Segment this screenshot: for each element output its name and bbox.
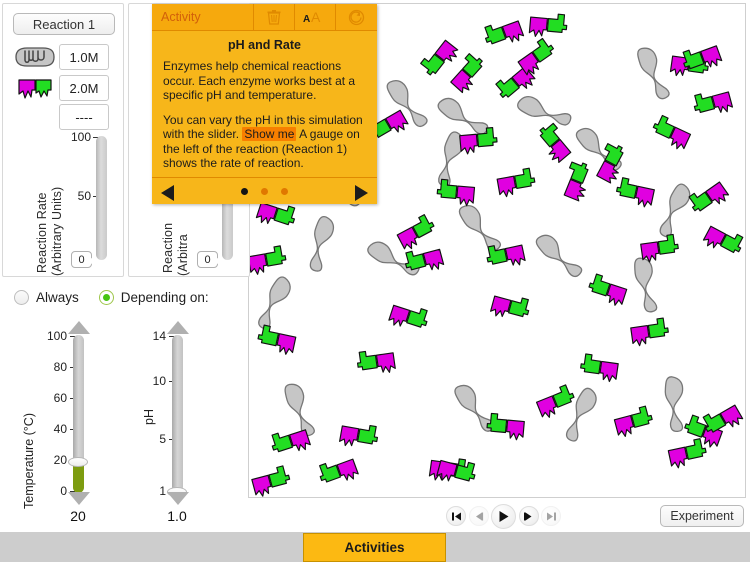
temperature-min-arrow bbox=[68, 492, 90, 505]
reaction-1-rate-gauge: Reaction Rate (Arbitrary Units) 100 50 0 bbox=[3, 130, 125, 278]
activity-dot-2[interactable] bbox=[261, 187, 268, 195]
temperature-tick-100: 100 bbox=[46, 329, 67, 343]
temperature-tick-60: 60 bbox=[53, 391, 67, 405]
text-size-icon[interactable]: A A bbox=[295, 4, 336, 30]
radio-always-label: Always bbox=[36, 290, 79, 305]
radio-depending-on[interactable] bbox=[98, 290, 114, 305]
reaction-1-substrate-concentration[interactable]: 2.0M bbox=[59, 75, 109, 101]
temperature-tick-20: 20 bbox=[53, 453, 67, 467]
svg-text:A: A bbox=[303, 14, 310, 24]
gauge-1-tick-100: 100 bbox=[70, 130, 91, 144]
activity-prev-button[interactable] bbox=[161, 185, 174, 201]
substrate-shape-icon bbox=[11, 75, 59, 101]
trash-icon[interactable] bbox=[254, 4, 295, 30]
ph-tick-1: 1 bbox=[159, 484, 166, 498]
temperature-slider: Temperature (°C) 100 80 60 40 20 0 20 bbox=[0, 315, 125, 530]
reaction-1-product-concentration[interactable]: ---- bbox=[59, 104, 109, 130]
ph-slider-label: pH bbox=[142, 409, 156, 425]
reaction-1-enzyme-concentration[interactable]: 1.0M bbox=[59, 44, 109, 70]
gauge-1-tick-50: 50 bbox=[77, 189, 91, 203]
app-root: Experiment Reaction 1 1.0M 2.0M ---- Rea… bbox=[0, 0, 750, 562]
enzyme-activity-mode-radios: Always Depending on: bbox=[14, 290, 209, 305]
ph-slider: pH 14 10 5 1 1.0 bbox=[118, 315, 243, 530]
ph-tick-5: 5 bbox=[159, 432, 166, 446]
ph-slider-track[interactable] bbox=[172, 335, 183, 492]
skip-to-end-button[interactable] bbox=[541, 506, 561, 526]
svg-text:A: A bbox=[311, 10, 321, 24]
restore-icon[interactable] bbox=[336, 4, 377, 30]
reaction-1-product-row: ---- bbox=[59, 104, 109, 130]
radio-always[interactable] bbox=[14, 290, 29, 305]
ph-max-arrow bbox=[167, 321, 189, 334]
activity-dot-3[interactable] bbox=[281, 187, 288, 195]
ph-tick-14: 14 bbox=[152, 329, 166, 343]
ph-tick-10: 10 bbox=[152, 374, 166, 388]
play-button[interactable] bbox=[491, 503, 516, 529]
temperature-max-arrow bbox=[68, 321, 90, 334]
temperature-slider-handle[interactable] bbox=[68, 457, 88, 467]
skip-to-start-button[interactable] bbox=[446, 506, 466, 526]
playback-controls[interactable] bbox=[446, 503, 561, 529]
reaction-panel-1: Reaction 1 1.0M 2.0M ---- Reaction Rate … bbox=[2, 3, 124, 277]
gauge-2-value-knob: 0 bbox=[197, 251, 221, 268]
activity-paragraph-2: You can vary the pH in this simulation w… bbox=[163, 113, 366, 171]
experiment-button[interactable]: Experiment bbox=[660, 505, 744, 527]
temperature-slider-fill bbox=[73, 465, 84, 493]
temperature-value: 20 bbox=[70, 508, 86, 524]
ph-value: 1.0 bbox=[167, 508, 187, 524]
temperature-tick-0: 0 bbox=[60, 484, 67, 498]
gauge-1-bar bbox=[96, 136, 107, 260]
gauge-2-axis-label-line1: Reaction bbox=[161, 222, 175, 273]
activity-popup-body: pH and Rate Enzymes help chemical reacti… bbox=[152, 31, 377, 177]
reaction-1-substrate-row: 2.0M bbox=[11, 75, 109, 101]
temperature-tick-40: 40 bbox=[53, 422, 67, 436]
gauge-1-value-knob: 0 bbox=[71, 251, 95, 268]
activity-popup-title: pH and Rate bbox=[228, 38, 301, 52]
activity-popup: Activity A A pH and Rate Enzymes help ch… bbox=[152, 4, 377, 204]
gauge-2-axis-label-line2: (Arbitra bbox=[176, 234, 190, 276]
activity-popup-footer bbox=[152, 177, 377, 204]
show-me-link[interactable]: Show me bbox=[242, 127, 297, 141]
activity-popup-header: Activity A A bbox=[152, 4, 377, 31]
reaction-1-title-button[interactable]: Reaction 1 bbox=[13, 13, 115, 35]
enzyme-shape-icon bbox=[11, 44, 59, 70]
activity-paragraph-1: Enzymes help chemical reactions occur. E… bbox=[163, 59, 356, 102]
step-back-button[interactable] bbox=[468, 506, 489, 526]
radio-depending-on-label: Depending on: bbox=[120, 290, 209, 305]
gauge-1-axis-label-line1: Reaction Rate bbox=[35, 192, 49, 273]
ph-min-arrow bbox=[167, 492, 189, 505]
temperature-tick-80: 80 bbox=[53, 360, 67, 374]
reaction-1-enzyme-row: 1.0M bbox=[11, 44, 109, 70]
activity-tab[interactable]: Activity bbox=[152, 4, 254, 30]
activities-button[interactable]: Activities bbox=[303, 533, 446, 562]
step-forward-button[interactable] bbox=[518, 506, 539, 526]
temperature-slider-label: Temperature (°C) bbox=[22, 413, 36, 509]
activity-next-button[interactable] bbox=[355, 185, 368, 201]
activity-dot-1[interactable] bbox=[241, 187, 248, 195]
